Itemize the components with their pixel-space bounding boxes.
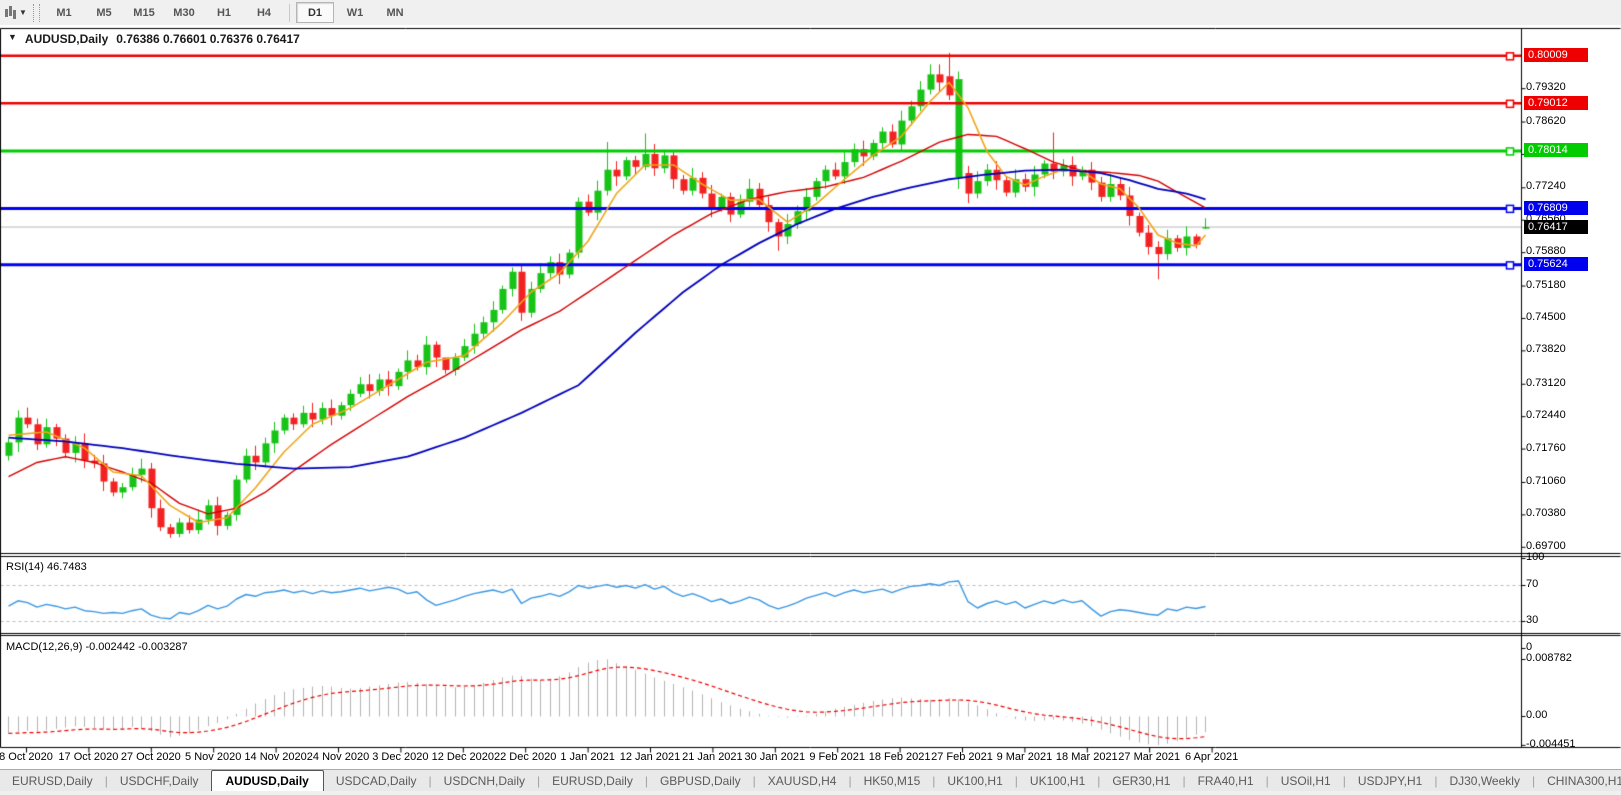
chart-tab-ger30-h1[interactable]: GER30,H1 <box>1100 771 1182 792</box>
chart-ohlc-values: 0.76386 0.76601 0.76376 0.76417 <box>116 32 300 46</box>
timeframe-button-m30[interactable]: M30 <box>165 2 203 23</box>
chart-tab-xauusd-h4[interactable]: XAUUSD,H4 <box>756 771 849 792</box>
chart-symbol-period: AUDUSD,Daily <box>25 32 108 46</box>
chart-tab-dj30-weekly[interactable]: DJ30,Weekly <box>1437 771 1531 792</box>
chevron-down-icon: ▼ <box>19 9 27 17</box>
chart-tab-china300-h1[interactable]: CHINA300,H1 <box>1535 771 1621 792</box>
chart-tab-usdchf-daily[interactable]: USDCHF,Daily <box>108 771 211 792</box>
chart-tab-usoil-h1[interactable]: USOil,H1 <box>1269 771 1343 792</box>
timeframe-button-mn[interactable]: MN <box>376 2 414 23</box>
chart-tab-usdcad-daily[interactable]: USDCAD,Daily <box>324 771 429 792</box>
chart-collapse-arrow-icon[interactable]: ▼ <box>8 32 17 46</box>
chart-title: ▼ AUDUSD,Daily 0.76386 0.76601 0.76376 0… <box>8 32 300 46</box>
timeframe-button-w1[interactable]: W1 <box>336 2 374 23</box>
toolbar-grip[interactable] <box>33 4 40 22</box>
price-chart-canvas[interactable] <box>0 25 1621 769</box>
chart-tab-hk50-m15[interactable]: HK50,M15 <box>852 771 933 792</box>
chart-tab-fra40-h1[interactable]: FRA40,H1 <box>1186 771 1266 792</box>
timeframe-button-m5[interactable]: M5 <box>85 2 123 23</box>
toolbar-separator <box>289 4 290 22</box>
chart-tab-usdjpy-h1[interactable]: USDJPY,H1 <box>1346 771 1434 792</box>
chart-tab-bar: EURUSD,Daily|USDCHF,DailyAUDUSD,DailyUSD… <box>0 769 1621 792</box>
timeframe-toolbar: ▼ M1M5M15M30H1H4 D1W1MN <box>0 0 1621 26</box>
chart-tab-uk100-h1[interactable]: UK100,H1 <box>935 771 1014 792</box>
timeframe-button-h4[interactable]: H4 <box>245 2 283 23</box>
timeframe-button-h1[interactable]: H1 <box>205 2 243 23</box>
chart-tab-gbpusd-daily[interactable]: GBPUSD,Daily <box>648 771 753 792</box>
chart-tab-eurusd-daily[interactable]: EURUSD,Daily <box>0 771 105 792</box>
timeframe-button-m15[interactable]: M15 <box>125 2 163 23</box>
chart-tab-eurusd-daily[interactable]: EURUSD,Daily <box>540 771 645 792</box>
chart-tab-audusd-daily[interactable]: AUDUSD,Daily <box>211 770 324 792</box>
candlestick-chart-icon <box>5 6 17 19</box>
chart-type-icon[interactable]: ▼ <box>3 3 29 23</box>
chart-tab-uk100-h1[interactable]: UK100,H1 <box>1018 771 1097 792</box>
chart-tab-usdcnh-daily[interactable]: USDCNH,Daily <box>432 771 537 792</box>
trading-platform-window: ▼ M1M5M15M30H1H4 D1W1MN ▼ AUDUSD,Daily 0.… <box>0 0 1621 795</box>
timeframe-button-m1[interactable]: M1 <box>45 2 83 23</box>
status-strip <box>0 791 1621 795</box>
timeframe-button-d1[interactable]: D1 <box>296 2 334 23</box>
